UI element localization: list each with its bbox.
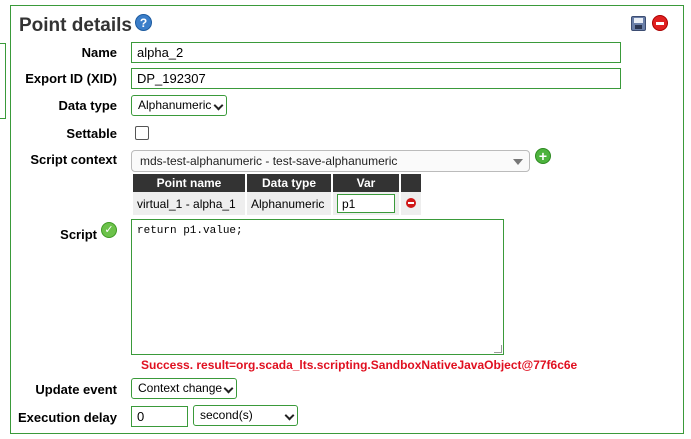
- help-icon[interactable]: ?: [135, 14, 152, 31]
- update-event-value: Context change: [138, 381, 223, 395]
- chevron-down-icon: [213, 100, 224, 111]
- script-context-label: Script context: [30, 152, 117, 167]
- cell-var: [333, 192, 399, 215]
- chevron-down-icon: [223, 383, 234, 394]
- execution-delay-unit-value: second(s): [200, 408, 253, 422]
- point-details-panel: Point details ? Name Export ID (XID) Dat…: [10, 5, 684, 434]
- cell-actions: [401, 192, 421, 215]
- xid-input[interactable]: [131, 68, 621, 89]
- data-type-label: Data type: [58, 98, 117, 113]
- add-context-icon[interactable]: +: [535, 148, 551, 164]
- name-label: Name: [81, 45, 117, 60]
- column-header-point-name: Point name: [133, 174, 245, 192]
- column-header-var: Var: [333, 174, 399, 192]
- update-event-select[interactable]: Context change: [131, 378, 237, 399]
- var-input[interactable]: [337, 194, 395, 213]
- settable-checkbox[interactable]: [135, 126, 149, 140]
- column-header-actions: [401, 174, 421, 192]
- context-points-table: Point name Data type Var virtual_1 - alp…: [131, 174, 423, 215]
- cell-point-name: virtual_1 - alpha_1: [133, 192, 245, 215]
- column-header-data-type: Data type: [247, 174, 331, 192]
- script-context-value: mds-test-alphanumeric - test-save-alphan…: [140, 154, 398, 168]
- execution-delay-unit-select[interactable]: second(s): [193, 405, 298, 426]
- cell-data-type: Alphanumeric: [247, 192, 331, 215]
- execution-delay-input[interactable]: [131, 406, 188, 427]
- data-type-value: Alphanumeric: [138, 98, 212, 112]
- status-message: Success. result=org.scada_lts.scripting.…: [141, 358, 578, 372]
- data-type-select[interactable]: Alphanumeric: [131, 95, 227, 116]
- page-title: Point details: [19, 15, 132, 36]
- update-event-label: Update event: [35, 382, 117, 397]
- script-label: Script: [60, 227, 97, 242]
- execution-delay-label: Execution delay: [18, 410, 117, 425]
- adjacent-panel-edge: [0, 43, 6, 119]
- save-icon[interactable]: [631, 16, 646, 31]
- table-row: virtual_1 - alpha_1 Alphanumeric: [133, 192, 421, 215]
- remove-icon[interactable]: [406, 197, 416, 208]
- script-textarea[interactable]: return p1.value;: [131, 219, 504, 355]
- chevron-down-icon: [284, 410, 295, 421]
- dropdown-arrow-icon: [513, 159, 523, 165]
- settable-label: Settable: [66, 126, 117, 141]
- xid-label: Export ID (XID): [25, 71, 117, 86]
- name-input[interactable]: [131, 42, 621, 63]
- resize-grip[interactable]: [494, 345, 502, 353]
- delete-icon[interactable]: [652, 15, 668, 31]
- check-icon[interactable]: ✓: [101, 222, 117, 238]
- script-context-select[interactable]: mds-test-alphanumeric - test-save-alphan…: [131, 150, 530, 172]
